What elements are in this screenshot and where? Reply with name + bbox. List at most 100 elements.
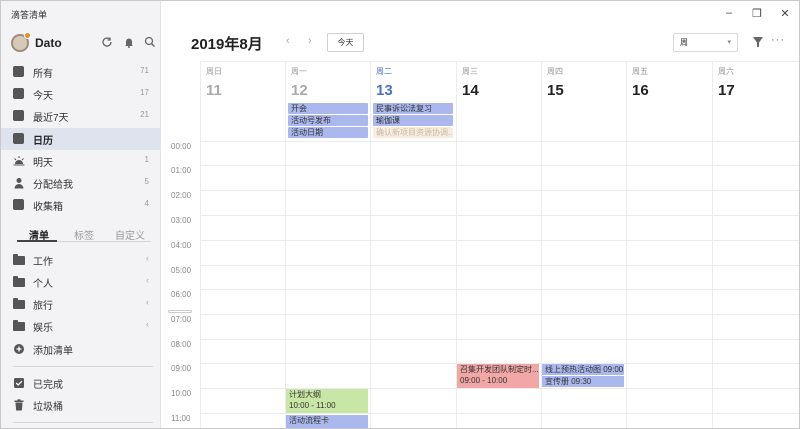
plus-circle-icon: [13, 343, 24, 354]
sidebar-item-count: 1: [144, 155, 149, 164]
sidebar-item-inbox[interactable]: 收集箱 4: [1, 194, 161, 216]
column-line: [626, 141, 627, 428]
sidebar-item-today[interactable]: 今天 17: [1, 83, 161, 105]
calendar-event[interactable]: 宣传册 09:30: [542, 376, 624, 387]
sidebar-item-completed[interactable]: 已完成: [1, 372, 161, 394]
sidebar-folder-work[interactable]: 工作 ‹: [1, 249, 161, 271]
hour-line: [200, 413, 799, 414]
current-time-indicator: [168, 310, 192, 313]
sunrise-icon: [13, 155, 25, 166]
sidebar-folder-travel[interactable]: 旅行 ‹: [1, 293, 161, 315]
hour-line: [200, 215, 799, 216]
hour-label: 09:00: [171, 364, 192, 373]
sidebar-item-count: 17: [140, 88, 149, 97]
close-button[interactable]: ✕: [778, 7, 792, 20]
chevron-left-icon[interactable]: ‹: [146, 275, 149, 285]
tab-custom[interactable]: 自定义: [115, 227, 145, 242]
chevron-left-icon[interactable]: ‹: [146, 297, 149, 307]
event-time: 10:00 - 11:00: [289, 401, 336, 410]
app-title: 滴答清单: [11, 10, 48, 20]
chevron-left-icon[interactable]: ‹: [146, 253, 149, 263]
time-grid[interactable]: 00:00 01:00 02:00 03:00 04:00 05:00 06:0…: [162, 141, 799, 428]
day-number: 14: [462, 82, 479, 99]
all-day-event[interactable]: 确认新项目资源协调...: [373, 127, 453, 138]
filter-icon[interactable]: [753, 37, 763, 47]
day-number: 16: [632, 82, 649, 99]
hour-label: 03:00: [171, 216, 192, 225]
sidebar-item-trash[interactable]: 垃圾桶: [1, 394, 161, 416]
calendar-event[interactable]: 活动流程卡: [286, 415, 368, 428]
bell-icon[interactable]: [123, 36, 135, 48]
sidebar-item-count: 21: [140, 110, 149, 119]
sidebar-item-tomorrow[interactable]: 明天 1: [1, 150, 161, 172]
divider: [13, 422, 153, 423]
sidebar-item-all[interactable]: 所有 71: [1, 61, 161, 83]
calendar-event[interactable]: 线上预热活动图 09:00 -: [542, 364, 624, 375]
prev-week-button[interactable]: ‹: [286, 35, 290, 47]
app-window: 滴答清单 Dato 所有 71 今天 17 最近7天 21 日历 明天 1 分配…: [0, 0, 800, 429]
calendar-week-icon: [13, 110, 24, 121]
event-title: 线上预热活动图 09:00 -: [545, 365, 624, 374]
event-title: 计划大纲: [289, 390, 321, 399]
restore-button[interactable]: ❐: [750, 7, 764, 20]
user-name: Dato: [35, 36, 62, 50]
user-profile[interactable]: Dato: [11, 32, 62, 53]
sync-icon[interactable]: [101, 36, 113, 48]
tab-tags[interactable]: 标签: [74, 227, 94, 242]
sidebar-folder-entertainment[interactable]: 娱乐 ‹: [1, 315, 161, 337]
column-line: [285, 141, 286, 428]
sidebar-item-calendar[interactable]: 日历: [1, 128, 161, 150]
divider: [13, 366, 153, 367]
folder-label: 工作: [33, 257, 53, 268]
calendar-main: – ❐ ✕ 2019年8月 ‹ › 今天 周 ▾ ··· 周日 11 周一 12…: [162, 1, 799, 428]
all-day-event[interactable]: 活动日期: [288, 127, 368, 138]
sidebar-item-label: 今天: [33, 91, 53, 102]
sidebar: 滴答清单 Dato 所有 71 今天 17 最近7天 21 日历 明天 1 分配…: [1, 1, 161, 428]
all-day-event[interactable]: 开会: [288, 103, 368, 114]
view-select-value: 周: [680, 38, 688, 47]
all-day-event[interactable]: 活动号发布: [288, 115, 368, 126]
hour-label: 04:00: [171, 241, 192, 250]
day-number: 13: [376, 82, 393, 99]
sidebar-item-next7days[interactable]: 最近7天 21: [1, 105, 161, 127]
all-day-event[interactable]: 民事诉讼法复习: [373, 103, 453, 114]
event-title: 宣传册 09:30: [545, 377, 592, 386]
column-line: [712, 141, 713, 428]
hour-line: [200, 314, 799, 315]
hour-label: 01:00: [171, 166, 192, 175]
hour-label: 00:00: [171, 142, 192, 151]
sidebar-item-label: 收集箱: [33, 202, 63, 213]
calendar-event[interactable]: 计划大纲 10:00 - 11:00: [286, 389, 368, 413]
search-icon[interactable]: [144, 36, 156, 48]
folder-label: 娱乐: [33, 323, 53, 334]
more-options-icon[interactable]: ···: [771, 34, 785, 46]
tray-icon: [13, 199, 24, 210]
sidebar-folder-personal[interactable]: 个人 ‹: [1, 271, 161, 293]
view-select[interactable]: 周 ▾: [673, 33, 738, 52]
sidebar-item-count: 71: [140, 66, 149, 75]
today-button[interactable]: 今天: [327, 33, 364, 52]
minimize-button[interactable]: –: [722, 7, 736, 19]
folder-label: 个人: [33, 279, 53, 290]
sidebar-item-assigned[interactable]: 分配给我 5: [1, 172, 161, 194]
hour-label: 10:00: [171, 389, 192, 398]
hour-line: [200, 165, 799, 166]
all-day-event[interactable]: 瑜伽课: [373, 115, 453, 126]
chevron-left-icon[interactable]: ‹: [146, 319, 149, 329]
hour-label: 08:00: [171, 340, 192, 349]
add-list-label: 添加清单: [33, 346, 73, 357]
sidebar-item-label: 分配给我: [33, 180, 73, 191]
hour-label: 11:00: [171, 414, 191, 423]
add-list-button[interactable]: 添加清单: [1, 338, 161, 360]
column-line: [200, 141, 201, 428]
day-number: 11: [206, 82, 222, 99]
hour-line: [200, 190, 799, 191]
calendar-event[interactable]: 召集开发团队制定时... 09:00 - 10:00: [457, 364, 539, 388]
day-name: 周三: [462, 67, 478, 76]
sidebar-item-count: 5: [144, 177, 149, 186]
month-title: 2019年8月: [191, 36, 263, 53]
calendar-icon: [13, 133, 24, 144]
next-week-button[interactable]: ›: [308, 35, 312, 47]
avatar[interactable]: [11, 32, 31, 52]
hour-label: 05:00: [171, 266, 192, 275]
